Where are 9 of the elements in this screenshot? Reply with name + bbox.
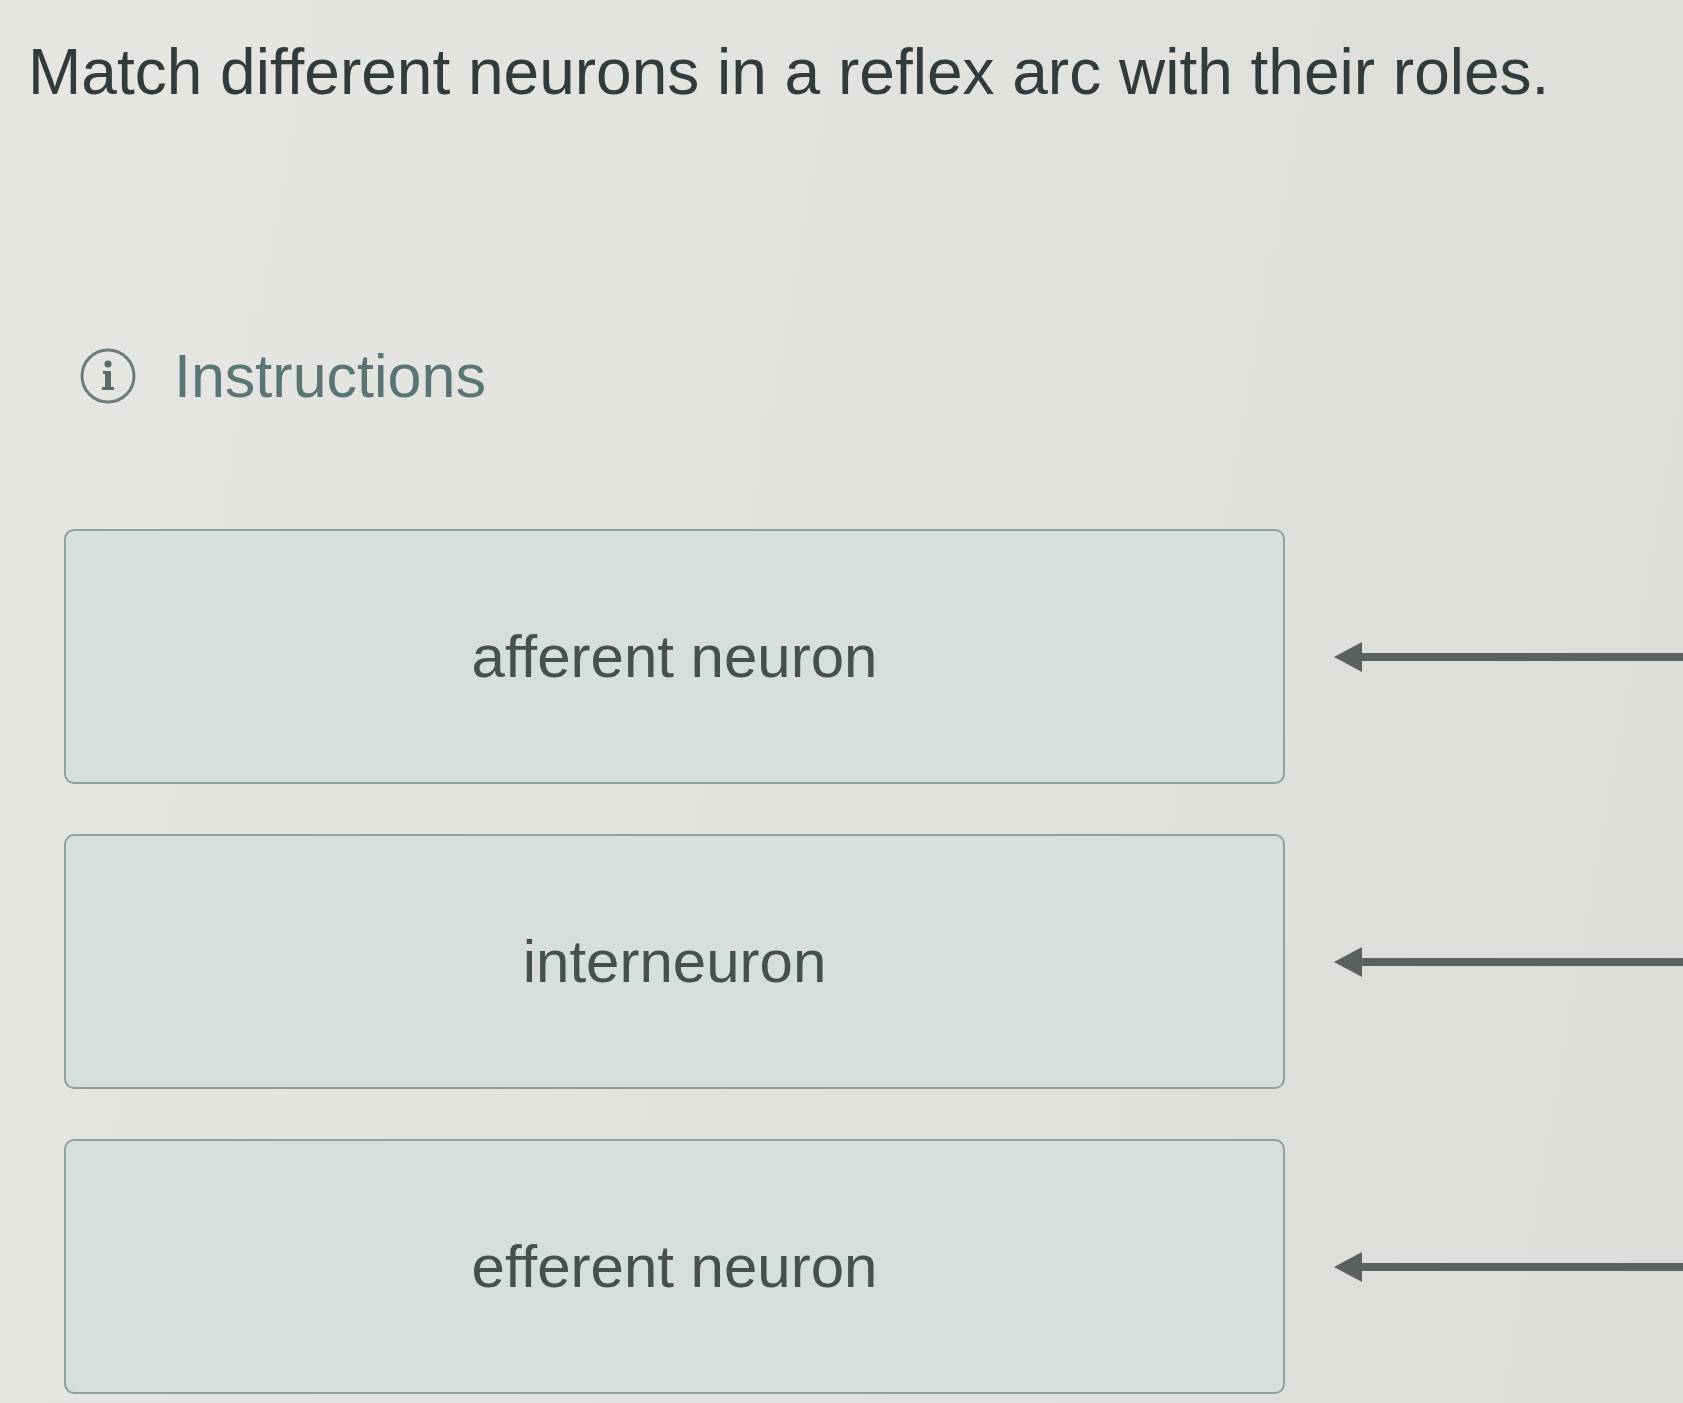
instructions-link[interactable]: Instructions (174, 341, 486, 411)
match-card[interactable]: afferent neuron (64, 529, 1285, 784)
left-arrow-icon (1334, 946, 1683, 977)
info-icon (80, 348, 136, 404)
match-card[interactable]: efferent neuron (64, 1139, 1285, 1394)
left-arrow-icon (1334, 1251, 1683, 1282)
match-card[interactable]: interneuron (64, 834, 1285, 1089)
left-arrow-icon (1334, 641, 1683, 672)
question-text: Match different neurons in a reflex arc with their roles. (28, 36, 1551, 108)
